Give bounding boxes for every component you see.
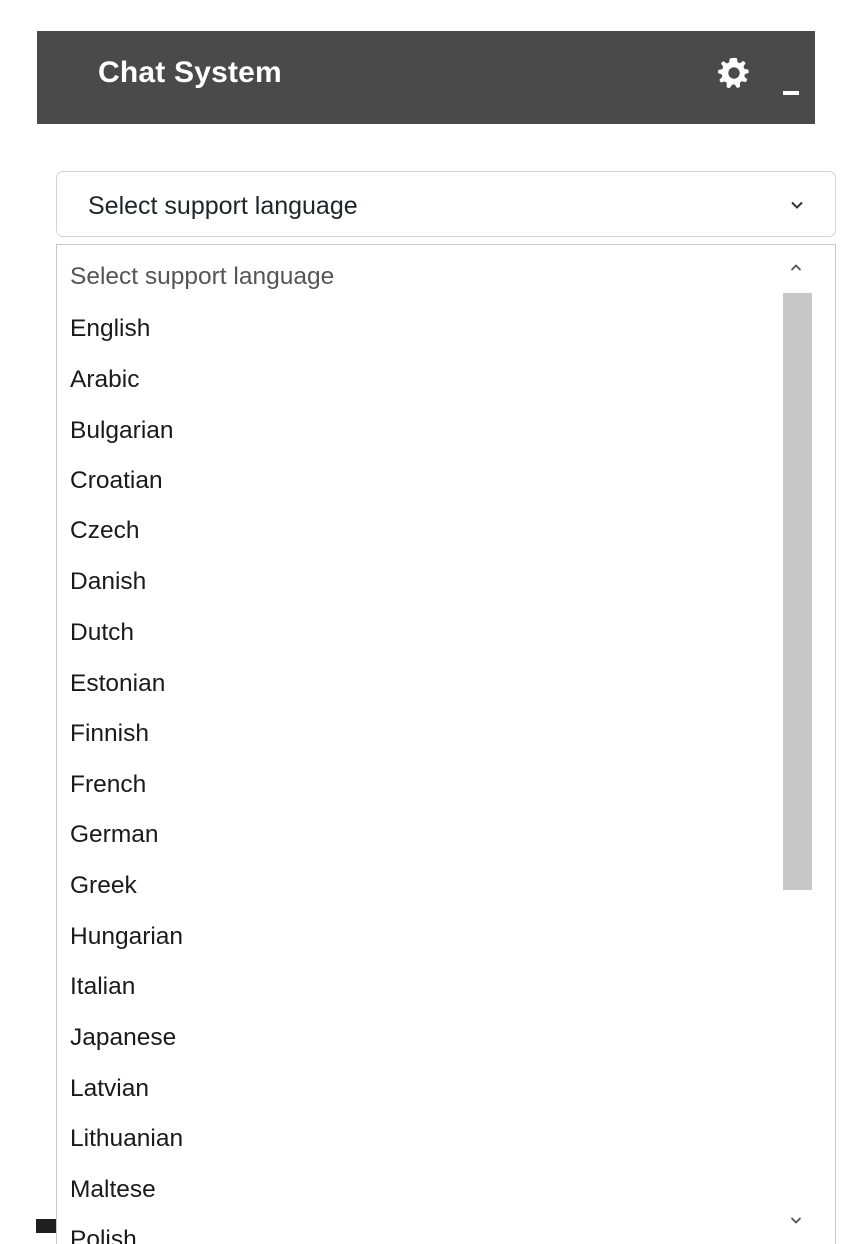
chat-header: Chat System xyxy=(37,31,815,124)
background-edge xyxy=(36,1219,56,1233)
option-japanese[interactable]: Japanese xyxy=(70,1024,176,1052)
chat-title: Chat System xyxy=(98,56,282,89)
scrollbar-thumb[interactable] xyxy=(783,293,812,890)
option-maltese[interactable]: Maltese xyxy=(70,1176,156,1204)
option-dutch[interactable]: Dutch xyxy=(70,619,134,647)
option-bulgarian[interactable]: Bulgarian xyxy=(70,417,174,445)
option-czech[interactable]: Czech xyxy=(70,517,139,545)
option-croatian[interactable]: Croatian xyxy=(70,467,163,495)
option-arabic[interactable]: Arabic xyxy=(70,366,139,394)
chevron-up-icon[interactable] xyxy=(789,261,803,275)
option-hungarian[interactable]: Hungarian xyxy=(70,923,183,951)
select-value: Select support language xyxy=(88,192,358,220)
chevron-down-icon[interactable] xyxy=(789,1213,803,1227)
option-french[interactable]: French xyxy=(70,771,146,799)
option-english[interactable]: English xyxy=(70,315,150,343)
option-italian[interactable]: Italian xyxy=(70,973,135,1001)
option-lithuanian[interactable]: Lithuanian xyxy=(70,1125,183,1153)
option-polish[interactable]: Polish xyxy=(70,1226,137,1244)
option-latvian[interactable]: Latvian xyxy=(70,1075,149,1103)
chevron-down-icon xyxy=(791,201,803,209)
support-language-select[interactable]: Select support language xyxy=(56,171,836,237)
option-estonian[interactable]: Estonian xyxy=(70,670,165,698)
gear-icon[interactable] xyxy=(716,55,752,91)
option-greek[interactable]: Greek xyxy=(70,872,137,900)
option-placeholder[interactable]: Select support language xyxy=(70,263,334,291)
language-dropdown-list[interactable]: Select support language English Arabic B… xyxy=(56,244,836,1244)
option-german[interactable]: German xyxy=(70,821,159,849)
minimize-icon[interactable] xyxy=(783,91,799,95)
option-finnish[interactable]: Finnish xyxy=(70,720,149,748)
option-danish[interactable]: Danish xyxy=(70,568,146,596)
